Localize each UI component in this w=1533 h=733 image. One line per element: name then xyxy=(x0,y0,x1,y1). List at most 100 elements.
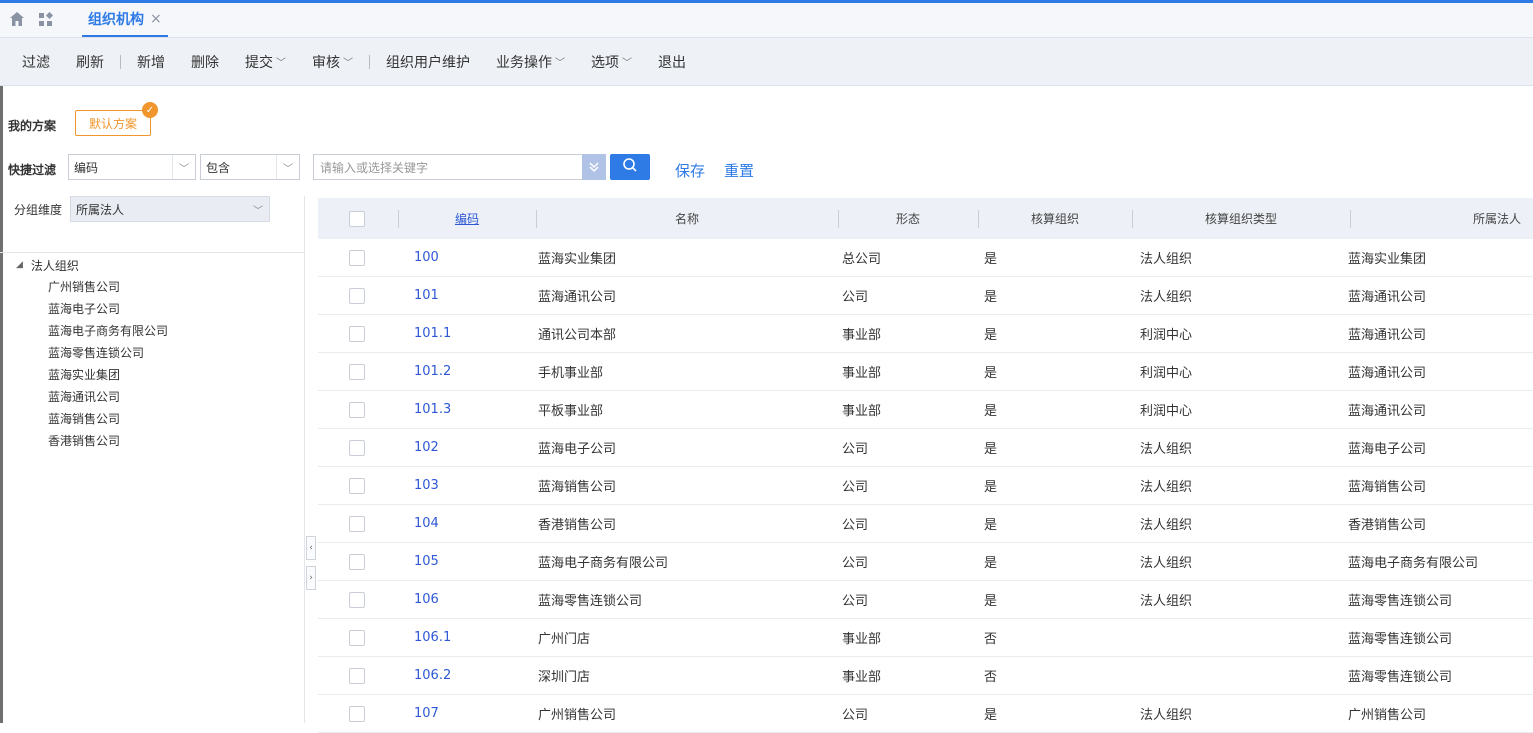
exit-button[interactable]: 退出 xyxy=(658,52,686,72)
table-row[interactable]: 103 蓝海销售公司 公司 是 法人组织 蓝海销售公司 xyxy=(318,467,1533,505)
refresh-button[interactable]: 刷新 xyxy=(76,52,104,72)
search-button[interactable] xyxy=(610,154,650,180)
tree-node[interactable]: 广州销售公司 xyxy=(48,276,168,298)
cell-code[interactable]: 104 xyxy=(414,505,439,542)
table-row[interactable]: 104 香港销售公司 公司 是 法人组织 香港销售公司 xyxy=(318,505,1533,543)
row-checkbox[interactable] xyxy=(349,239,365,276)
expand-right-icon[interactable]: › xyxy=(306,566,316,590)
row-checkbox[interactable] xyxy=(349,505,365,542)
row-checkbox[interactable] xyxy=(349,543,365,580)
row-checkbox[interactable] xyxy=(349,315,365,352)
table-row[interactable]: 101.3 平板事业部 事业部 是 利润中心 蓝海通讯公司 xyxy=(318,391,1533,429)
cell-code[interactable]: 100 xyxy=(414,239,439,276)
cell-name: 蓝海通讯公司 xyxy=(538,290,617,305)
col-header-legal-entity[interactable]: 所属法人 xyxy=(1350,198,1521,239)
submit-menu[interactable]: 提交 ﹀ xyxy=(245,52,286,72)
cell-code[interactable]: 107 xyxy=(414,695,439,732)
save-scheme-link[interactable]: 保存 xyxy=(675,160,705,181)
cell-legal-entity: 广州销售公司 xyxy=(1348,708,1427,723)
tree-node[interactable]: 蓝海实业集团 xyxy=(48,364,168,386)
panel-splitter[interactable] xyxy=(304,196,317,723)
col-header-form[interactable]: 形态 xyxy=(838,198,978,239)
cell-code[interactable]: 106.2 xyxy=(414,657,451,694)
toolbar: 过滤 刷新 新增 删除 提交 ﹀ 审核 ﹀ 组织用户维护 业务操作 ﹀ 选项 ﹀ 退出 xyxy=(0,38,1533,86)
expand-triangle-icon[interactable]: ◢ xyxy=(16,260,23,270)
row-checkbox[interactable] xyxy=(349,467,365,504)
row-checkbox[interactable] xyxy=(349,619,365,656)
cell-code[interactable]: 101.3 xyxy=(414,391,451,428)
row-checkbox[interactable] xyxy=(349,657,365,694)
filter-field-select[interactable]: 编码 ﹀ xyxy=(68,154,196,180)
cell-code[interactable]: 102 xyxy=(414,429,439,466)
audit-label: 审核 xyxy=(312,54,340,71)
keyword-search-input[interactable]: 请输入或选择关键字 xyxy=(313,154,583,180)
chevron-down-icon: ﹀ xyxy=(172,155,195,179)
filter-operator-select[interactable]: 包含 ﹀ xyxy=(200,154,300,180)
col-header-name[interactable]: 名称 xyxy=(536,198,838,239)
business-ops-menu[interactable]: 业务操作 ﹀ xyxy=(496,52,565,72)
table-row[interactable]: 100 蓝海实业集团 总公司 是 法人组织 蓝海实业集团 xyxy=(318,239,1533,277)
chevron-down-icon: ﹀ xyxy=(276,58,286,69)
tree-node[interactable]: 蓝海销售公司 xyxy=(48,408,168,430)
tree-node[interactable]: 香港销售公司 xyxy=(48,430,168,452)
tab-org-structure[interactable]: 组织机构 × xyxy=(82,3,168,37)
default-scheme-button[interactable]: 默认方案 xyxy=(75,110,151,136)
row-checkbox[interactable] xyxy=(349,429,365,466)
home-icon[interactable] xyxy=(9,11,25,27)
options-menu[interactable]: 选项 ﹀ xyxy=(591,52,632,72)
reset-link[interactable]: 重置 xyxy=(724,160,754,181)
cell-form: 事业部 xyxy=(842,328,882,343)
table-row[interactable]: 106.1 广州门店 事业部 否 蓝海零售连锁公司 xyxy=(318,619,1533,657)
double-chevron-down-icon[interactable] xyxy=(582,154,606,180)
cell-code[interactable]: 105 xyxy=(414,543,439,580)
cell-code[interactable]: 103 xyxy=(414,467,439,504)
table-row[interactable]: 101 蓝海通讯公司 公司 是 法人组织 蓝海通讯公司 xyxy=(318,277,1533,315)
row-checkbox[interactable] xyxy=(349,391,365,428)
toolbar-divider xyxy=(369,54,370,69)
filter-button[interactable]: 过滤 xyxy=(22,52,50,72)
tree-node[interactable]: 蓝海电子公司 xyxy=(48,298,168,320)
group-dimension-select[interactable]: 所属法人 ﹀ xyxy=(70,196,270,222)
cell-code[interactable]: 101 xyxy=(414,277,439,314)
business-label: 业务操作 xyxy=(496,54,552,71)
collapse-left-icon[interactable]: ‹ xyxy=(306,536,316,560)
cell-code[interactable]: 106.1 xyxy=(414,619,451,656)
cell-accounting-org: 是 xyxy=(984,252,998,267)
col-header-accounting-type[interactable]: 核算组织类型 xyxy=(1132,198,1350,239)
tree-node[interactable]: 蓝海零售连锁公司 xyxy=(48,342,168,364)
cell-code[interactable]: 101.1 xyxy=(414,315,451,352)
tree-node[interactable]: 蓝海通讯公司 xyxy=(48,386,168,408)
table-row[interactable]: 102 蓝海电子公司 公司 是 法人组织 蓝海电子公司 xyxy=(318,429,1533,467)
delete-button[interactable]: 删除 xyxy=(191,52,219,72)
audit-menu[interactable]: 审核 ﹀ xyxy=(312,52,353,72)
table-row[interactable]: 101.2 手机事业部 事业部 是 利润中心 蓝海通讯公司 xyxy=(318,353,1533,391)
cell-legal-entity: 蓝海零售连锁公司 xyxy=(1348,670,1453,685)
table-row[interactable]: 106 蓝海零售连锁公司 公司 是 法人组织 蓝海零售连锁公司 xyxy=(318,581,1533,619)
tree-node-legal-org[interactable]: ◢ 法人组织 xyxy=(16,256,79,274)
table-row[interactable]: 105 蓝海电子商务有限公司 公司 是 法人组织 蓝海电子商务有限公司 xyxy=(318,543,1533,581)
cell-accounting-org: 是 xyxy=(984,328,998,343)
cell-code[interactable]: 101.2 xyxy=(414,353,451,390)
close-icon[interactable]: × xyxy=(150,11,162,27)
cell-code[interactable]: 106 xyxy=(414,581,439,618)
chevron-down-icon: ﹀ xyxy=(276,155,299,179)
row-checkbox[interactable] xyxy=(349,353,365,390)
table-row[interactable]: 101.1 通讯公司本部 事业部 是 利润中心 蓝海通讯公司 xyxy=(318,315,1533,353)
col-header-code[interactable]: 编码 xyxy=(398,198,536,239)
org-user-maintain-button[interactable]: 组织用户维护 xyxy=(386,52,470,72)
row-checkbox[interactable] xyxy=(349,695,365,732)
col-header-accounting-org[interactable]: 核算组织 xyxy=(978,198,1132,239)
row-checkbox[interactable] xyxy=(349,277,365,314)
add-button[interactable]: 新增 xyxy=(137,52,165,72)
table-row[interactable]: 106.2 深圳门店 事业部 否 蓝海零售连锁公司 xyxy=(318,657,1533,695)
apps-icon[interactable] xyxy=(38,11,54,28)
chevron-down-icon: ﹀ xyxy=(343,58,353,69)
select-all-checkbox[interactable] xyxy=(349,198,365,239)
cell-accounting-org: 是 xyxy=(984,708,998,723)
cell-accounting-type: 法人组织 xyxy=(1140,556,1193,571)
tree-node[interactable]: 蓝海电子商务有限公司 xyxy=(48,320,168,342)
tree-children: 广州销售公司 蓝海电子公司 蓝海电子商务有限公司 蓝海零售连锁公司 蓝海实业集团 蓝海通讯… xyxy=(48,276,168,452)
cell-name: 深圳门店 xyxy=(538,670,591,685)
table-row[interactable]: 107 广州销售公司 公司 是 法人组织 广州销售公司 xyxy=(318,695,1533,733)
row-checkbox[interactable] xyxy=(349,581,365,618)
